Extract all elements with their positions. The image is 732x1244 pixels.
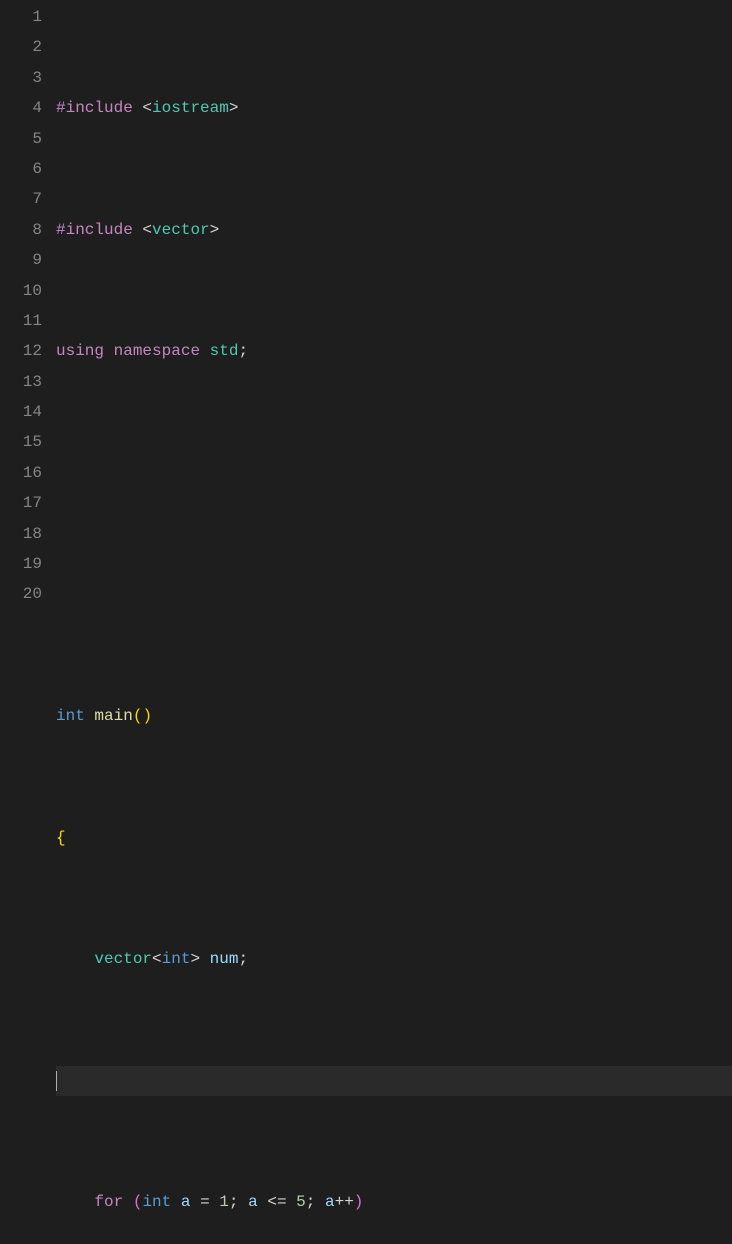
- line-number: 20: [0, 579, 42, 609]
- bracket-token: ): [354, 1187, 364, 1217]
- code-editor[interactable]: 1 2 3 4 5 6 7 8 9 10 11 12 13 14 15 16 1…: [0, 0, 732, 1244]
- bracket-token: ): [142, 701, 152, 731]
- code-line[interactable]: using namespace std;: [56, 336, 732, 366]
- line-number: 12: [0, 336, 42, 366]
- line-number: 11: [0, 306, 42, 336]
- line-number: 9: [0, 245, 42, 275]
- header-token: iostream: [152, 93, 229, 123]
- variable-token: a: [181, 1187, 191, 1217]
- bracket-token: (: [133, 1187, 143, 1217]
- preprocessor-token: #include: [56, 215, 133, 245]
- text-cursor: [56, 1071, 57, 1091]
- line-number: 17: [0, 488, 42, 518]
- line-number: 5: [0, 124, 42, 154]
- code-area[interactable]: #include <iostream> #include <vector> us…: [56, 2, 732, 1244]
- code-line[interactable]: {: [56, 823, 732, 853]
- keyword-token: namespace: [114, 336, 200, 366]
- line-number: 7: [0, 184, 42, 214]
- keyword-token: using: [56, 336, 104, 366]
- number-token: 5: [296, 1187, 306, 1217]
- code-line[interactable]: vector<int> num;: [56, 944, 732, 974]
- line-number: 2: [0, 32, 42, 62]
- code-line[interactable]: #include <vector>: [56, 215, 732, 245]
- line-number: 13: [0, 367, 42, 397]
- code-line-current[interactable]: [56, 1066, 732, 1096]
- code-line[interactable]: int main(): [56, 701, 732, 731]
- line-number: 8: [0, 215, 42, 245]
- preprocessor-token: #include: [56, 93, 133, 123]
- line-number: 16: [0, 458, 42, 488]
- header-token: vector: [152, 215, 210, 245]
- class-token: vector: [94, 944, 152, 974]
- type-token: int: [142, 1187, 171, 1217]
- line-number: 19: [0, 549, 42, 579]
- line-number: 10: [0, 276, 42, 306]
- bracket-token: (: [133, 701, 143, 731]
- variable-token: num: [210, 944, 239, 974]
- namespace-token: std: [210, 336, 239, 366]
- line-number-gutter: 1 2 3 4 5 6 7 8 9 10 11 12 13 14 15 16 1…: [0, 2, 56, 1244]
- code-line[interactable]: for (int a = 1; a <= 5; a++): [56, 1187, 732, 1217]
- line-number: 15: [0, 427, 42, 457]
- type-token: int: [56, 701, 85, 731]
- line-number: 18: [0, 519, 42, 549]
- line-number: 14: [0, 397, 42, 427]
- bracket-token: {: [56, 823, 66, 853]
- code-line[interactable]: [56, 579, 732, 609]
- line-number: 6: [0, 154, 42, 184]
- code-line[interactable]: [56, 458, 732, 488]
- function-token: main: [94, 701, 132, 731]
- type-token: int: [162, 944, 191, 974]
- line-number: 1: [0, 2, 42, 32]
- line-number: 3: [0, 63, 42, 93]
- code-line[interactable]: #include <iostream>: [56, 93, 732, 123]
- number-token: 1: [219, 1187, 229, 1217]
- keyword-token: for: [94, 1187, 123, 1217]
- line-number: 4: [0, 93, 42, 123]
